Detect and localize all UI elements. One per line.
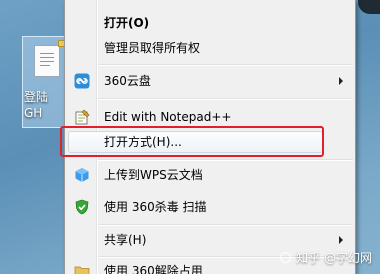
menu-item-label: 共享(H) (104, 233, 147, 247)
menu-item-360-cloud[interactable]: 360云盘 (67, 69, 353, 93)
submenu-arrow-icon (339, 236, 343, 244)
menu-item-360-scan[interactable]: 使用 360杀毒 扫描 (67, 195, 353, 219)
menu-separator (98, 98, 353, 100)
menu-separator (98, 64, 353, 66)
watermark-text: 知乎 @字幻网 (296, 251, 372, 265)
submenu-arrow-icon (339, 77, 343, 85)
menu-item-label: 使用 360杀毒 扫描 (104, 200, 207, 214)
menu-item-upload-wps[interactable]: 上传到WPS云文档 (67, 163, 353, 187)
shield-icon (74, 199, 90, 215)
wps-cloud-icon (74, 167, 90, 183)
menu-item-label: 360云盘 (104, 74, 151, 88)
menu-separator (98, 159, 353, 161)
window-corner (358, 0, 380, 14)
cloud-icon (74, 73, 90, 89)
menu-item-label: 上传到WPS云文档 (104, 168, 203, 182)
menu-item-take-ownership[interactable]: 管理员取得所有权 (67, 36, 353, 60)
menu-item-label: 使用 360解除占用 (104, 264, 203, 274)
notepad-icon (74, 109, 90, 125)
folder-icon (74, 263, 90, 274)
watermark-logo-icon (280, 252, 292, 263)
menu-item-label: 打开(O) (104, 16, 150, 30)
watermark: 知乎 @字幻网 (280, 249, 372, 266)
menu-item-label: 管理员取得所有权 (104, 41, 201, 55)
menu-item-open[interactable]: 打开(O) (67, 11, 353, 35)
annotation-red-highlight-box (60, 126, 324, 157)
menu-separator (98, 224, 353, 226)
text-file-icon[interactable] (34, 45, 60, 77)
